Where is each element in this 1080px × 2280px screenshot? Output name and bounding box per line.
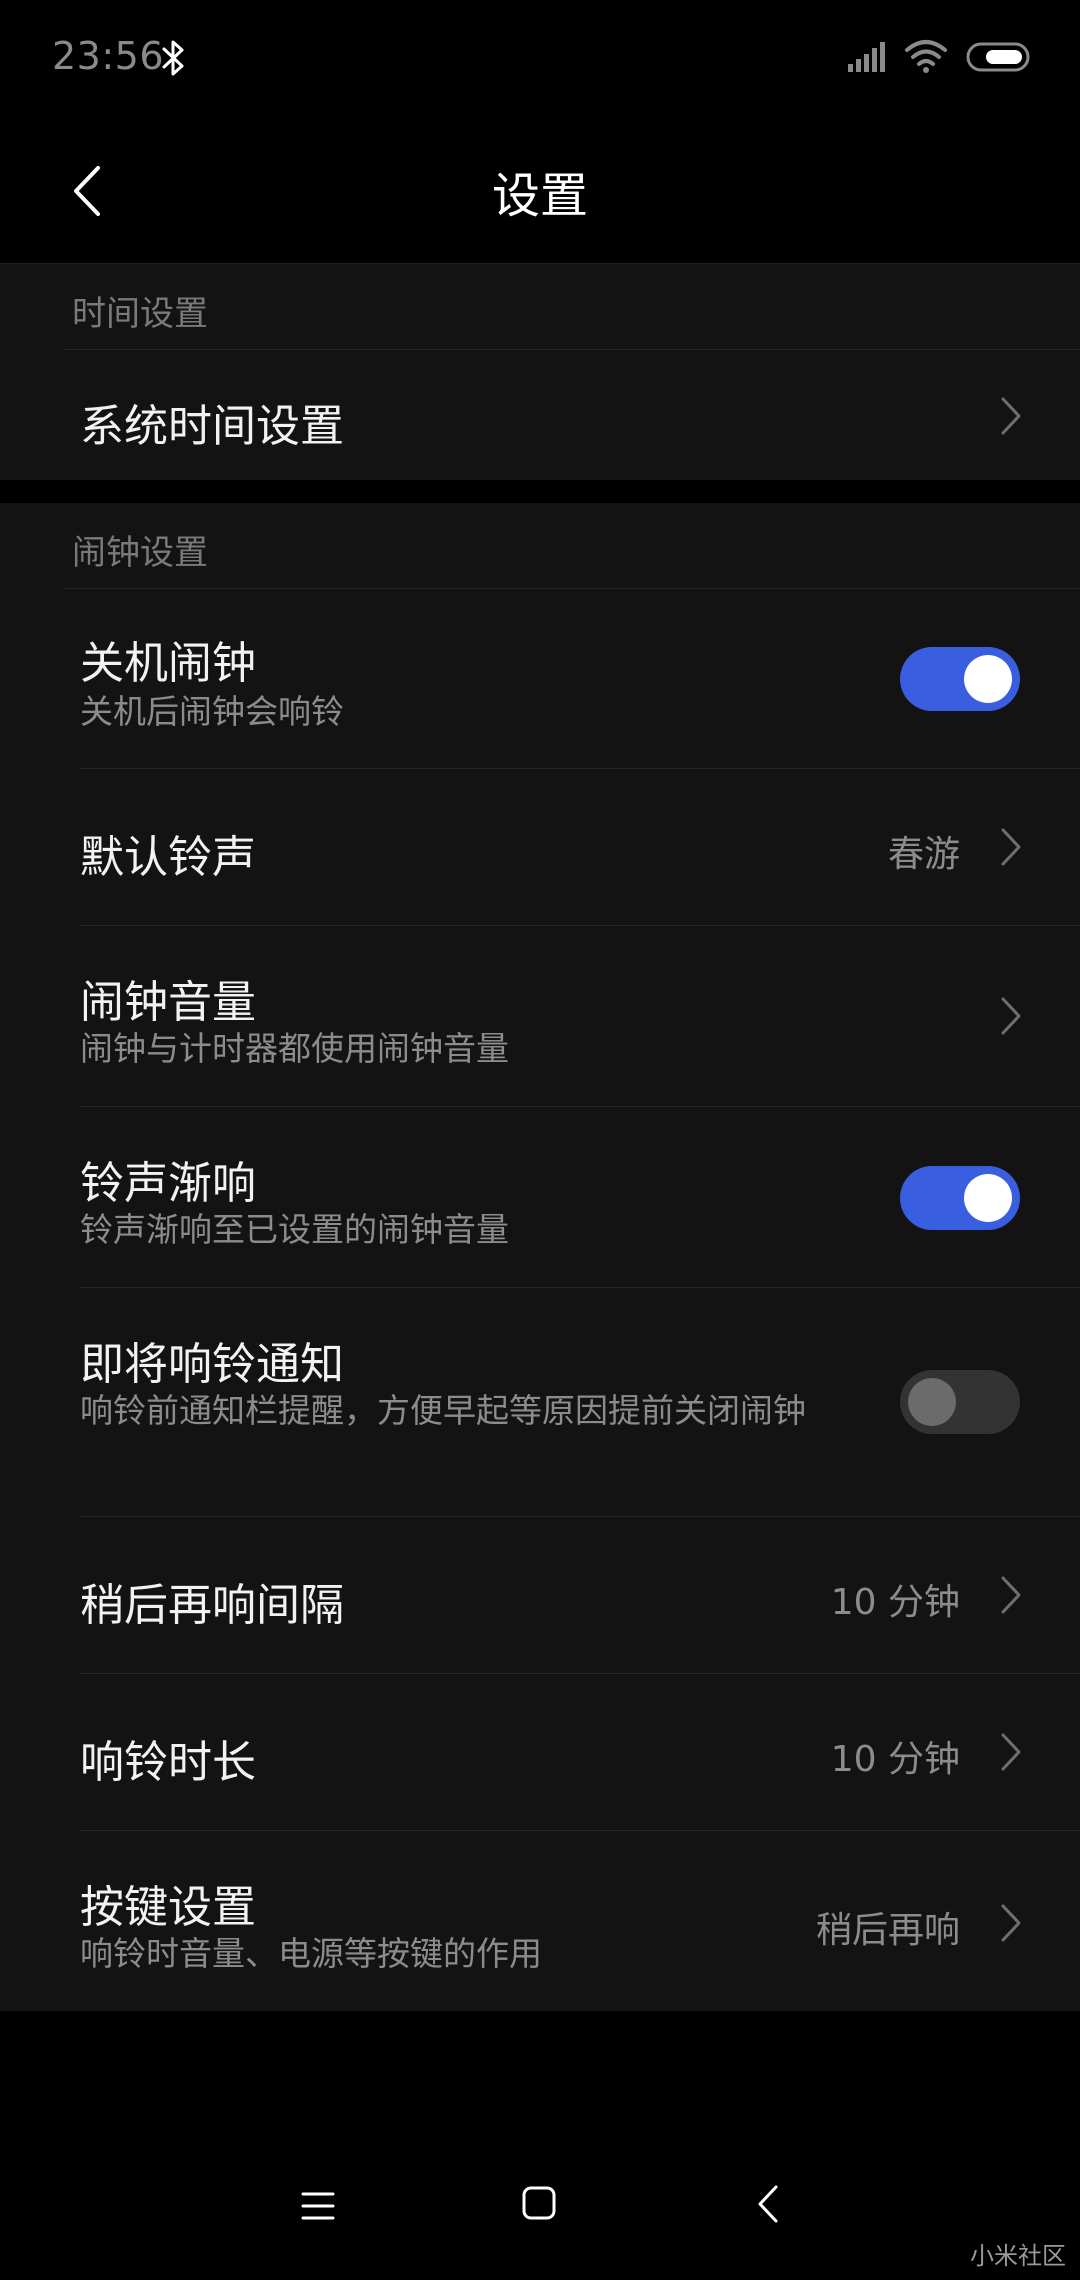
toggle-knob xyxy=(908,1378,956,1426)
ringtone-fade-in-toggle[interactable] xyxy=(900,1166,1020,1230)
bluetooth-icon xyxy=(162,40,184,76)
navigation-bar: 小米社区 xyxy=(0,2140,1080,2280)
row-subtitle: 闹钟与计时器都使用闹钟音量 xyxy=(80,1029,509,1068)
row-title: 按键设置 xyxy=(80,1882,256,1933)
row-subtitle: 关机后闹钟会响铃 xyxy=(80,692,344,731)
recents-menu-icon[interactable] xyxy=(300,2190,336,2222)
page-title: 设置 xyxy=(491,168,588,224)
upcoming-alarm-notification-row[interactable]: 即将响铃通知 响铃前通知栏提醒，方便早起等原因提前关闭闹钟 xyxy=(0,1288,1080,1517)
chevron-right-icon xyxy=(1001,1904,1021,1942)
row-title: 闹钟音量 xyxy=(80,977,256,1028)
chevron-right-icon xyxy=(1001,997,1021,1035)
chevron-right-icon xyxy=(1001,828,1021,866)
home-icon[interactable] xyxy=(522,2186,556,2220)
alarm-settings-section: 闹钟设置 关机闹钟 关机后闹钟会响铃 默认铃声 春游 闹钟音量 闹钟与计时器都使… xyxy=(0,503,1080,2011)
chevron-right-icon xyxy=(1001,397,1021,435)
chevron-right-icon xyxy=(1001,1733,1021,1771)
wifi-icon xyxy=(905,40,947,73)
shutdown-alarm-row[interactable]: 关机闹钟 关机后闹钟会响铃 xyxy=(0,589,1080,769)
row-title: 即将响铃通知 xyxy=(80,1339,344,1390)
toggle-knob xyxy=(964,1174,1012,1222)
system-time-settings-row[interactable]: 系统时间设置 xyxy=(0,350,1080,480)
battery-icon xyxy=(966,42,1030,72)
status-time: 23:56 xyxy=(52,34,165,78)
snooze-interval-row[interactable]: 稍后再响间隔 10 分钟 xyxy=(0,1517,1080,1674)
time-settings-section: 时间设置 系统时间设置 xyxy=(0,264,1080,480)
row-value: 10 分钟 xyxy=(830,1582,960,1623)
row-title: 铃声渐响 xyxy=(80,1158,256,1209)
status-bar: 23:56 xyxy=(0,0,1080,118)
row-title: 默认铃声 xyxy=(80,832,256,883)
row-title: 响铃时长 xyxy=(80,1737,256,1788)
row-value: 春游 xyxy=(887,834,960,875)
upcoming-alarm-notification-toggle[interactable] xyxy=(900,1370,1020,1434)
toggle-knob xyxy=(964,655,1012,703)
row-title: 关机闹钟 xyxy=(80,638,256,689)
signal-icon xyxy=(848,42,885,72)
watermark: 小米社区 xyxy=(970,2242,1066,2270)
nav-back-icon[interactable] xyxy=(756,2184,780,2224)
shutdown-alarm-toggle[interactable] xyxy=(900,647,1020,711)
settings-screen: 23:56 设置 时间设置 系统时间设置 闹钟设置 关机闹钟 关机后闹钟会响铃 … xyxy=(0,0,1080,2280)
button-settings-row[interactable]: 按键设置 响铃时音量、电源等按键的作用 稍后再响 xyxy=(0,1831,1080,2011)
row-subtitle: 响铃前通知栏提醒，方便早起等原因提前关闭闹钟 xyxy=(80,1391,806,1430)
default-ringtone-row[interactable]: 默认铃声 春游 xyxy=(0,769,1080,926)
section-header-time: 时间设置 xyxy=(72,294,208,334)
chevron-right-icon xyxy=(1001,1576,1021,1614)
row-subtitle: 铃声渐响至已设置的闹钟音量 xyxy=(80,1210,509,1249)
section-header-alarm: 闹钟设置 xyxy=(72,533,208,573)
row-value: 10 分钟 xyxy=(830,1739,960,1780)
title-bar: 设置 xyxy=(0,118,1080,264)
ring-duration-row[interactable]: 响铃时长 10 分钟 xyxy=(0,1674,1080,1831)
row-title: 系统时间设置 xyxy=(80,401,344,452)
row-title: 稍后再响间隔 xyxy=(80,1580,344,1631)
row-subtitle: 响铃时音量、电源等按键的作用 xyxy=(80,1934,542,1973)
row-value: 稍后再响 xyxy=(815,1910,960,1951)
alarm-volume-row[interactable]: 闹钟音量 闹钟与计时器都使用闹钟音量 xyxy=(0,926,1080,1107)
ringtone-fade-in-row[interactable]: 铃声渐响 铃声渐响至已设置的闹钟音量 xyxy=(0,1107,1080,1288)
